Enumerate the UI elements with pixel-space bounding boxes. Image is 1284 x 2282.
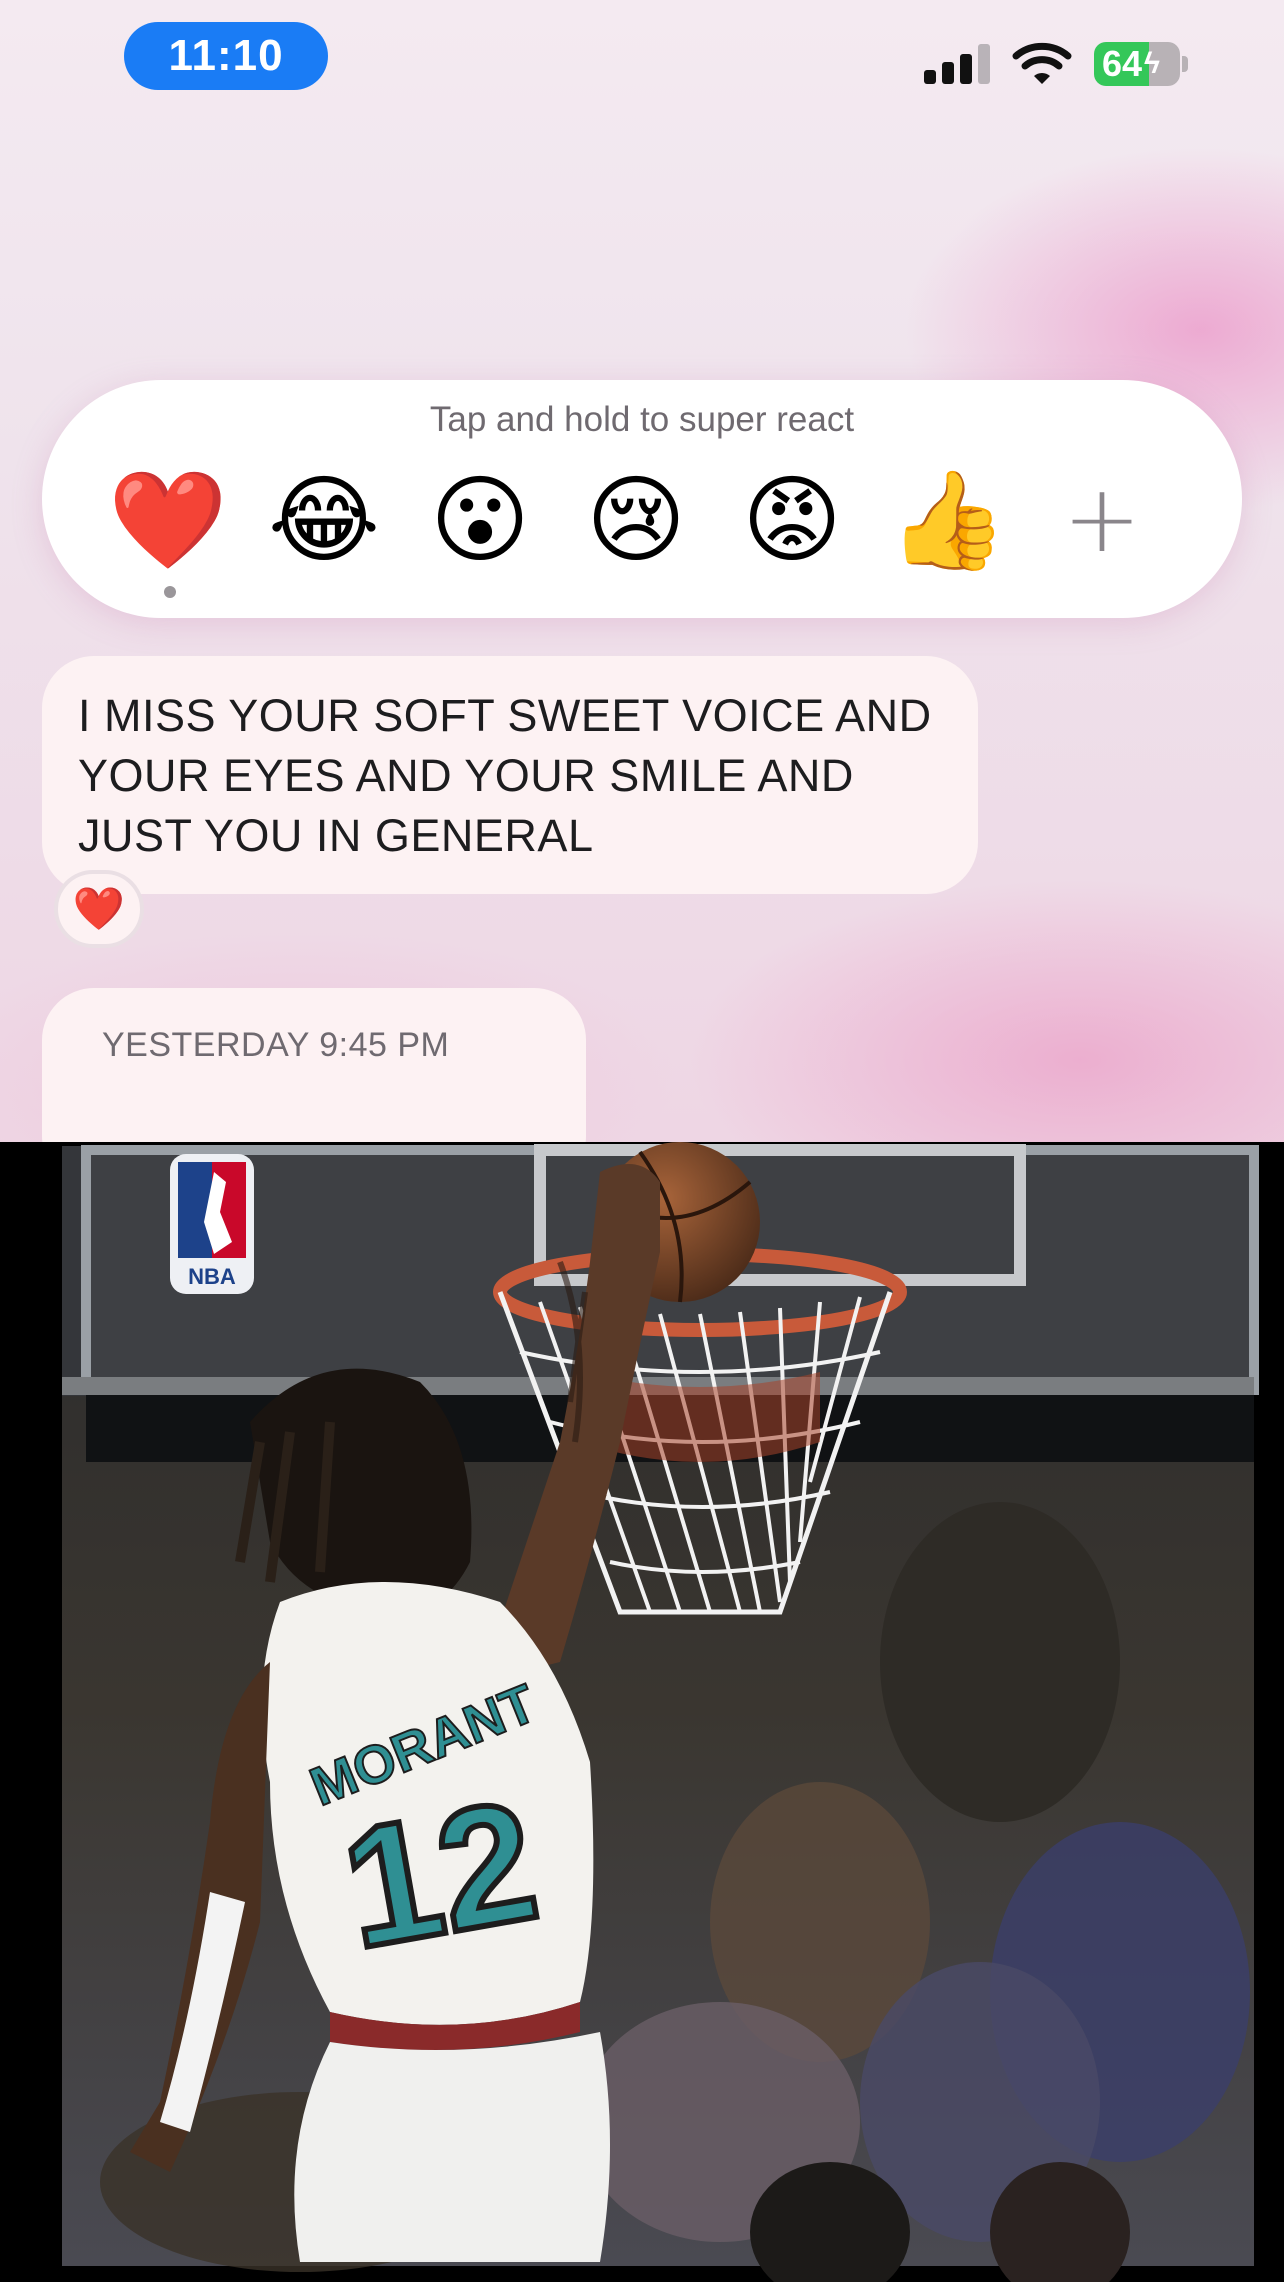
- status-time[interactable]: 11:10: [124, 22, 328, 90]
- jersey-number: 12: [330, 1765, 549, 1985]
- basketball-dunk-photo: NBA MORANT 12: [0, 1142, 1284, 2282]
- message-line: JUST YOU IN GENERAL: [78, 810, 594, 861]
- message-bubble[interactable]: I MISS YOUR SOFT SWEET VOICE AND YOUR EY…: [42, 656, 978, 894]
- wifi-icon: [1012, 42, 1072, 84]
- date-header: YESTERDAY 9:45 PM: [102, 1026, 450, 1064]
- add-reaction-icon[interactable]: +: [1042, 460, 1162, 580]
- reaction-picker: Tap and hold to super react ❤️ 😂 😮 😢 😡 👍…: [42, 380, 1242, 618]
- laughing-reaction-button[interactable]: 😂: [264, 460, 384, 580]
- message-line: YOUR EYES AND YOUR SMILE AND: [78, 750, 854, 801]
- selected-reaction-indicator: [164, 586, 176, 598]
- charging-bolt-icon: ϟ: [1144, 47, 1160, 80]
- crying-reaction-button[interactable]: 😢: [576, 460, 696, 580]
- cellular-signal-icon: [924, 44, 990, 84]
- battery-icon: 64 ϟ: [1094, 42, 1180, 86]
- surprised-reaction-button[interactable]: 😮: [420, 460, 540, 580]
- battery-level: 64: [1102, 43, 1143, 84]
- angry-reaction-button[interactable]: 😡: [732, 460, 852, 580]
- date-bubble: [42, 988, 586, 1142]
- thumbs-up-reaction-button[interactable]: 👍: [888, 460, 1008, 580]
- message-line: I MISS YOUR SOFT SWEET VOICE AND: [78, 690, 932, 741]
- heart-reaction-button[interactable]: ❤️: [108, 460, 228, 580]
- chat-screen: 11:10 64 ϟ Tap and hold to super react ❤️…: [0, 0, 1284, 1142]
- message-reaction-badge[interactable]: ❤️: [54, 870, 144, 948]
- reaction-hint: Tap and hold to super react: [429, 400, 855, 439]
- nba-logo-text: NBA: [188, 1264, 236, 1289]
- battery-tip: [1182, 56, 1188, 72]
- photo-message[interactable]: NBA MORANT 12: [0, 1142, 1284, 2282]
